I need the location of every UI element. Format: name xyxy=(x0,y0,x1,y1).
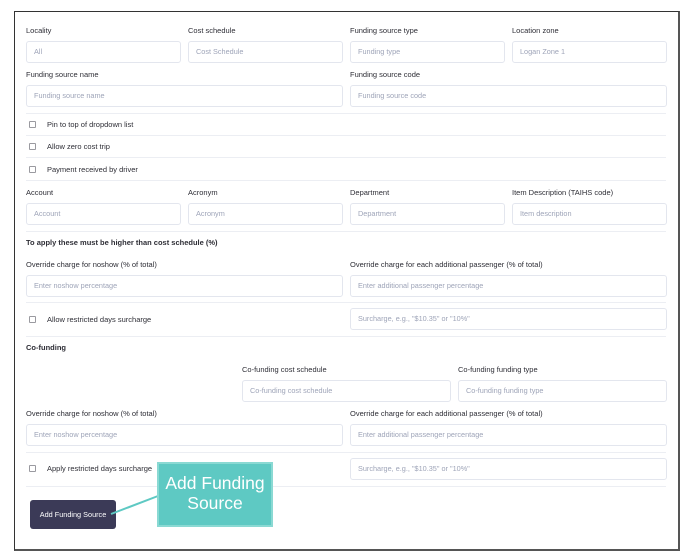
callout-pointer-line xyxy=(110,495,159,515)
callout-annotation: Add Funding Source xyxy=(157,462,273,527)
